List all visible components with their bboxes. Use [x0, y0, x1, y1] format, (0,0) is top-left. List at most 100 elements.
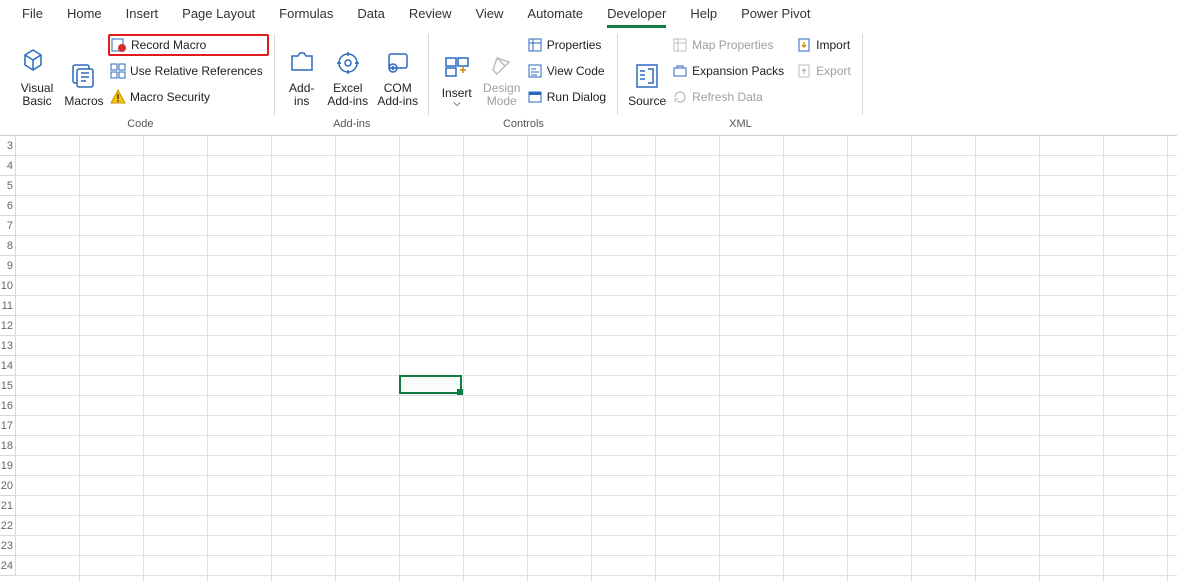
ribbon-tabs: File Home Insert Page Layout Formulas Da… — [0, 0, 1177, 28]
row-header[interactable]: 9 — [0, 256, 16, 276]
row-header[interactable]: 24 — [0, 556, 16, 576]
tab-view[interactable]: View — [463, 0, 515, 28]
visual-basic-button[interactable]: Visual Basic — [12, 32, 62, 110]
tab-file[interactable]: File — [10, 0, 55, 28]
visual-basic-label: Visual Basic — [21, 82, 53, 108]
source-button[interactable]: Source — [624, 32, 670, 110]
tab-data[interactable]: Data — [345, 0, 396, 28]
use-relative-icon — [110, 63, 126, 79]
insert-controls-label: Insert — [442, 87, 472, 100]
addins-label: Add- ins — [289, 82, 314, 108]
row-header[interactable]: 11 — [0, 296, 16, 316]
properties-button[interactable]: Properties — [525, 34, 612, 56]
tab-power-pivot[interactable]: Power Pivot — [729, 0, 822, 28]
worksheet[interactable]: 3456789101112131415161718192021222324 — [0, 136, 1177, 582]
tab-help[interactable]: Help — [678, 0, 729, 28]
insert-controls-button[interactable]: Insert — [435, 32, 479, 110]
group-controls-label: Controls — [503, 116, 544, 132]
com-addins-icon — [381, 46, 415, 80]
source-label: Source — [628, 95, 666, 108]
row-header[interactable]: 21 — [0, 496, 16, 516]
ribbon: Visual Basic Macros Record Macro — [0, 28, 1177, 136]
gridlines — [16, 136, 1177, 582]
excel-addins-button[interactable]: Excel Add-ins — [323, 32, 373, 110]
group-code-label: Code — [127, 116, 153, 132]
macro-security-label: Macro Security — [130, 90, 210, 104]
use-relative-references-button[interactable]: Use Relative References — [108, 60, 269, 82]
design-mode-button[interactable]: Design Mode — [479, 32, 525, 110]
view-code-button[interactable]: View Code — [525, 60, 612, 82]
row-header[interactable]: 13 — [0, 336, 16, 356]
properties-icon — [527, 37, 543, 53]
record-macro-button[interactable]: Record Macro — [108, 34, 269, 56]
refresh-data-button[interactable]: Refresh Data — [670, 86, 790, 108]
expansion-packs-button[interactable]: Expansion Packs — [670, 60, 790, 82]
macro-security-button[interactable]: Macro Security — [108, 86, 269, 108]
active-cell[interactable] — [399, 375, 462, 394]
export-label: Export — [816, 64, 851, 78]
map-properties-button[interactable]: Map Properties — [670, 34, 790, 56]
row-header[interactable]: 18 — [0, 436, 16, 456]
excel-addins-icon — [331, 46, 365, 80]
tab-review[interactable]: Review — [397, 0, 464, 28]
chevron-down-icon — [453, 100, 461, 108]
tab-home[interactable]: Home — [55, 0, 114, 28]
row-header[interactable]: 22 — [0, 516, 16, 536]
row-header[interactable]: 8 — [0, 236, 16, 256]
row-header[interactable]: 16 — [0, 396, 16, 416]
macros-icon — [67, 59, 101, 93]
row-header[interactable]: 17 — [0, 416, 16, 436]
import-icon — [796, 37, 812, 53]
group-xml-label: XML — [729, 116, 752, 132]
map-properties-icon — [672, 37, 688, 53]
row-header[interactable]: 15 — [0, 376, 16, 396]
tab-developer[interactable]: Developer — [595, 0, 678, 28]
run-dialog-label: Run Dialog — [547, 90, 606, 104]
macros-label: Macros — [64, 95, 103, 108]
row-headers[interactable]: 3456789101112131415161718192021222324 — [0, 136, 16, 582]
view-code-icon — [527, 63, 543, 79]
row-header[interactable]: 7 — [0, 216, 16, 236]
row-header[interactable]: 4 — [0, 156, 16, 176]
tab-page-layout[interactable]: Page Layout — [170, 0, 267, 28]
tab-insert[interactable]: Insert — [114, 0, 171, 28]
export-button[interactable]: Export — [794, 60, 857, 82]
export-icon — [796, 63, 812, 79]
map-properties-label: Map Properties — [692, 38, 773, 52]
fill-handle[interactable] — [457, 389, 463, 395]
import-button[interactable]: Import — [794, 34, 857, 56]
row-header[interactable]: 14 — [0, 356, 16, 376]
expansion-packs-label: Expansion Packs — [692, 64, 784, 78]
run-dialog-button[interactable]: Run Dialog — [525, 86, 612, 108]
addins-button[interactable]: Add- ins — [281, 32, 323, 110]
group-xml: Source Map Properties Expansion Packs — [618, 28, 863, 135]
com-addins-button[interactable]: COM Add-ins — [373, 32, 423, 110]
import-label: Import — [816, 38, 850, 52]
com-addins-label: COM Add-ins — [377, 82, 418, 108]
row-header[interactable]: 3 — [0, 136, 16, 156]
excel-addins-label: Excel Add-ins — [327, 82, 368, 108]
row-header[interactable]: 19 — [0, 456, 16, 476]
row-header[interactable]: 5 — [0, 176, 16, 196]
cells-area[interactable] — [16, 136, 1177, 582]
expansion-packs-icon — [672, 63, 688, 79]
row-header[interactable]: 20 — [0, 476, 16, 496]
source-icon — [630, 59, 664, 93]
insert-controls-icon — [440, 51, 474, 85]
group-code: Visual Basic Macros Record Macro — [6, 28, 275, 135]
macros-button[interactable]: Macros — [62, 32, 106, 110]
record-macro-label: Record Macro — [131, 38, 206, 52]
design-mode-label: Design Mode — [483, 82, 520, 108]
visual-basic-icon — [20, 46, 54, 80]
tab-formulas[interactable]: Formulas — [267, 0, 345, 28]
design-mode-icon — [485, 46, 519, 80]
row-header[interactable]: 10 — [0, 276, 16, 296]
tab-automate[interactable]: Automate — [515, 0, 595, 28]
row-header[interactable]: 23 — [0, 536, 16, 556]
properties-label: Properties — [547, 38, 602, 52]
row-header[interactable]: 12 — [0, 316, 16, 336]
refresh-data-label: Refresh Data — [692, 90, 763, 104]
group-addins-label: Add-ins — [333, 116, 370, 132]
row-header[interactable]: 6 — [0, 196, 16, 216]
macro-security-icon — [110, 89, 126, 105]
